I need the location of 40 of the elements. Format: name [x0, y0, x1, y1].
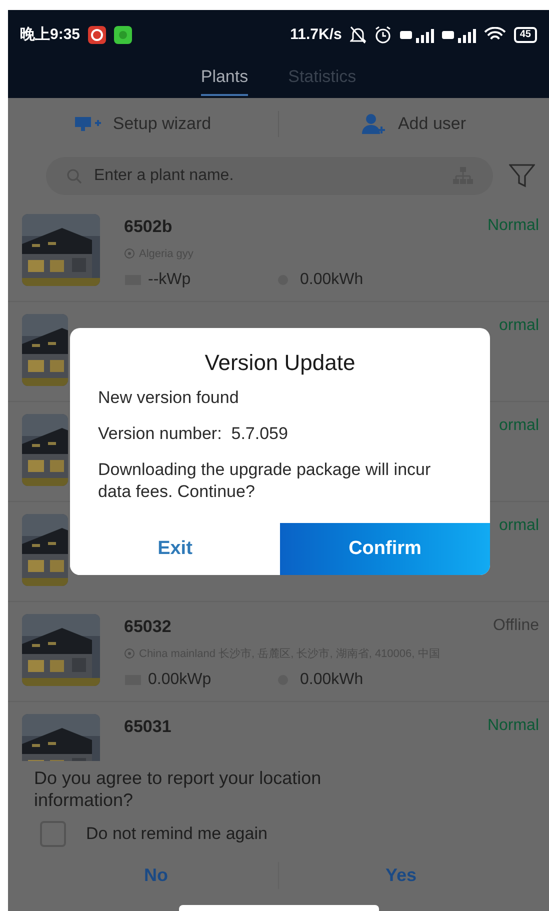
dialog-text: Version number: 5.7.059	[98, 423, 289, 445]
dialog-text: Downloading the upgrade package will incur data fees. Continue?	[98, 459, 432, 503]
network-speed: 11.7K/s	[290, 24, 342, 45]
bell-muted-icon	[350, 26, 366, 44]
plant-name: 65031	[124, 716, 172, 738]
location-question: Do you agree to report your location information?	[34, 767, 322, 811]
plant-status: ormal	[498, 516, 539, 536]
confirm-button[interactable]: Confirm	[280, 523, 490, 575]
plant-energy: 0.00kWh	[300, 670, 364, 690]
plant-status: ormal	[498, 316, 539, 336]
user-plus-icon	[362, 113, 386, 135]
filter-icon[interactable]	[509, 164, 535, 188]
plant-name: 65032	[124, 616, 172, 638]
dialog-title: Version Update	[204, 349, 356, 377]
plant-name: 6502b	[124, 216, 174, 238]
sheet-button[interactable]: Yes	[385, 862, 417, 888]
sheet-button[interactable]: No	[144, 862, 168, 888]
plant-capacity: 0.00kWp	[148, 670, 212, 690]
search-field[interactable]: Enter a plant name.	[94, 164, 441, 188]
app-notification-icon	[114, 26, 132, 44]
toolbar-button[interactable]: Setup wizard	[74, 111, 212, 137]
signal-icon	[442, 27, 476, 43]
checkbox-label: Do not remind me again	[86, 823, 268, 846]
location-icon	[124, 248, 135, 260]
plant-energy: 0.00kWh	[300, 270, 364, 290]
search-bar[interactable]: Enter a plant name.	[46, 157, 493, 195]
plant-capacity: --kWp	[148, 270, 191, 290]
alarm-icon	[374, 26, 392, 44]
plant-status: Normal	[487, 216, 539, 236]
plant-status: ormal	[498, 416, 539, 436]
location-icon	[124, 648, 135, 660]
plant-status: Normal	[487, 716, 539, 736]
panel-plus-icon	[74, 115, 101, 133]
battery-indicator: 45	[514, 27, 537, 43]
dialog-text: New version found	[98, 387, 240, 409]
status-time: 晚上9:35	[20, 24, 80, 45]
app-notification-icon	[88, 26, 106, 44]
tab[interactable]: Plants	[200, 60, 248, 96]
toolbar-button[interactable]: Add user	[362, 111, 466, 137]
signal-icon	[400, 27, 434, 43]
